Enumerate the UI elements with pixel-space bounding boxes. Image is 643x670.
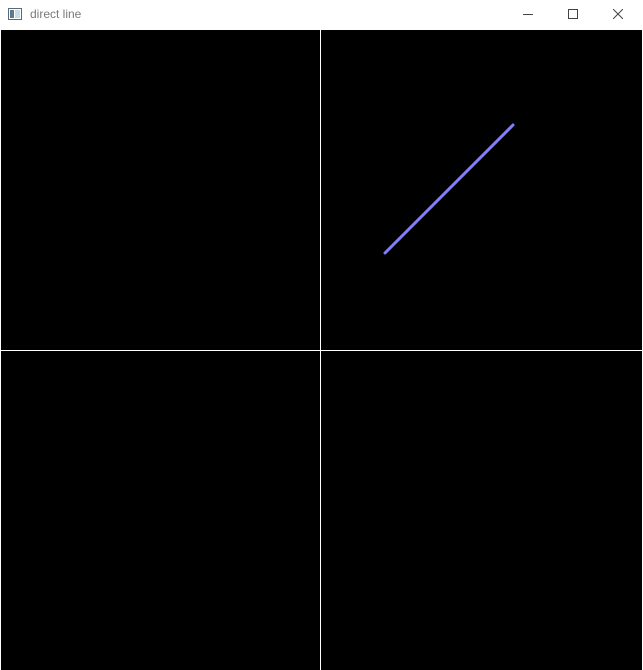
minimize-icon [523,6,533,24]
title-bar[interactable]: direct line [0,0,643,29]
app-icon [8,7,22,21]
window-title: direct line [30,7,82,21]
maximize-button[interactable] [550,0,596,29]
maximize-icon [568,6,578,24]
close-button[interactable] [595,0,641,29]
drawing-canvas[interactable] [1,30,642,670]
minimize-button[interactable] [505,0,551,29]
canvas-drawing [1,30,642,670]
application-window: direct line [0,0,643,670]
close-icon [612,6,624,24]
